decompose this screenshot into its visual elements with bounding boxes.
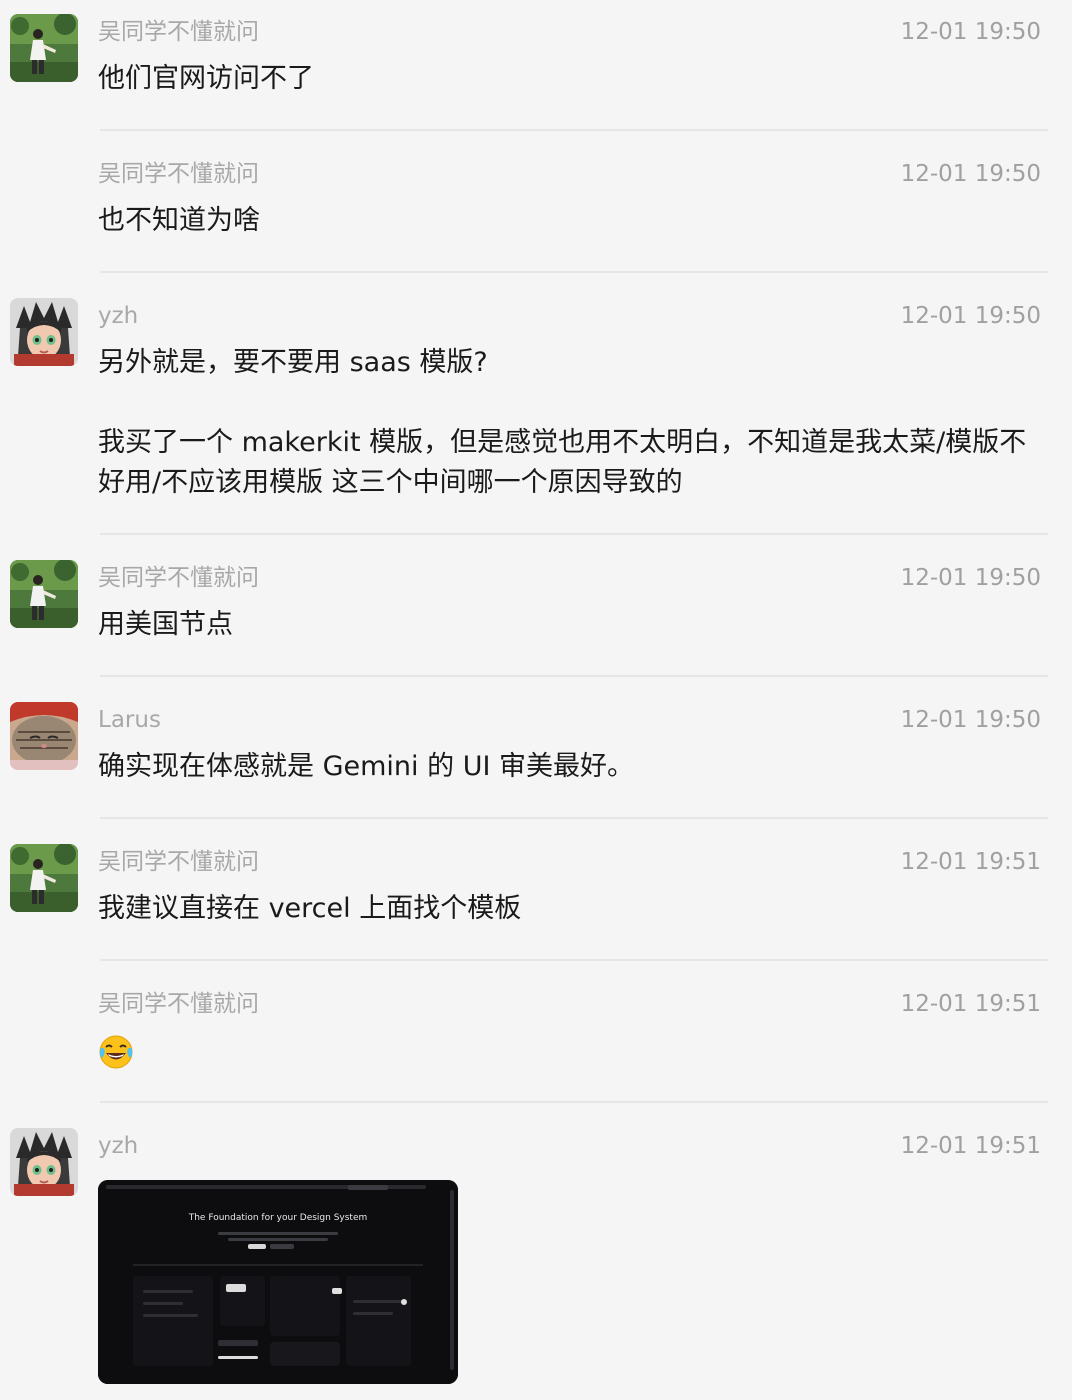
message-timestamp: 12-01 19:50 bbox=[900, 565, 1041, 591]
avatar-yzh[interactable] bbox=[10, 298, 78, 366]
avatar-larus[interactable] bbox=[10, 702, 78, 770]
avatar-wu[interactable] bbox=[10, 560, 78, 628]
message-timestamp: 12-01 19:50 bbox=[900, 19, 1041, 45]
message-timestamp: 12-01 19:51 bbox=[900, 849, 1041, 875]
message-divider bbox=[100, 271, 1048, 273]
chat-message-list[interactable]: 吴同学不懂就问 12-01 19:50 他们官网访问不了 吴同学不懂就问 12-… bbox=[0, 0, 1072, 1400]
message-timestamp: 12-01 19:51 bbox=[900, 1133, 1041, 1159]
message-text: 他们官网访问不了 bbox=[98, 63, 314, 94]
sender-name[interactable]: 吴同学不懂就问 bbox=[98, 159, 259, 189]
image-attachment[interactable]: The Foundation for your Design System bbox=[98, 1180, 458, 1384]
message-divider bbox=[100, 959, 1048, 961]
sender-name[interactable]: Larus bbox=[98, 705, 161, 735]
message-divider bbox=[100, 1101, 1048, 1103]
sender-name[interactable]: 吴同学不懂就问 bbox=[98, 563, 259, 593]
message-divider bbox=[100, 817, 1048, 819]
sender-name[interactable]: yzh bbox=[98, 1131, 138, 1161]
image-title: The Foundation for your Design System bbox=[188, 1213, 368, 1223]
message-divider bbox=[100, 129, 1048, 131]
message-text: 另外就是，要不要用 saas 模版? 我买了一个 makerkit 模版，但是感… bbox=[98, 347, 1027, 498]
sender-name[interactable]: 吴同学不懂就问 bbox=[98, 989, 259, 1019]
avatar-wu[interactable] bbox=[10, 14, 78, 82]
avatar-yzh[interactable] bbox=[10, 1128, 78, 1196]
sender-name[interactable]: yzh bbox=[98, 301, 138, 331]
message-text: 我建议直接在 vercel 上面找个模板 bbox=[98, 893, 522, 924]
message-text: 用美国节点 bbox=[98, 609, 233, 640]
avatar-wu[interactable] bbox=[10, 844, 78, 912]
sender-name[interactable]: 吴同学不懂就问 bbox=[98, 17, 259, 47]
message-text: 也不知道为啥 bbox=[98, 205, 260, 236]
message-divider bbox=[100, 675, 1048, 677]
message-timestamp: 12-01 19:50 bbox=[900, 161, 1041, 187]
message-timestamp: 12-01 19:51 bbox=[900, 991, 1041, 1017]
message-text: 确实现在体感就是 Gemini 的 UI 审美最好。 bbox=[98, 751, 635, 782]
message-divider bbox=[100, 533, 1048, 535]
message-timestamp: 12-01 19:50 bbox=[900, 707, 1041, 733]
sender-name[interactable]: 吴同学不懂就问 bbox=[98, 847, 259, 877]
message-timestamp: 12-01 19:50 bbox=[900, 303, 1041, 329]
face-with-tears-of-joy-icon bbox=[98, 1034, 134, 1070]
